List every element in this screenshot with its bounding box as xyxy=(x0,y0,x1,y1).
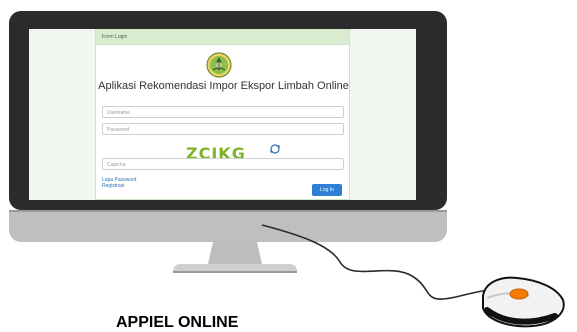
username-placeholder: Username xyxy=(107,110,131,116)
panel-header: Form Login xyxy=(96,30,349,45)
mouse-icon xyxy=(482,276,565,328)
password-input[interactable]: Password xyxy=(102,123,344,135)
username-input[interactable]: Username xyxy=(102,106,344,118)
screen-side-left xyxy=(29,29,95,200)
panel-title: Form Login xyxy=(102,34,128,40)
app-title: Aplikasi Rekomendasi Impor Ekspor Limbah… xyxy=(98,80,349,92)
login-panel: Form Login Aplikasi Rekomendasi Impor Ek… xyxy=(95,29,350,200)
refresh-icon[interactable] xyxy=(270,144,280,154)
caption-text: APPIEL ONLINE xyxy=(116,314,239,331)
password-placeholder: Password xyxy=(107,127,129,133)
login-button[interactable]: Log In xyxy=(312,184,342,196)
ministry-seal-icon xyxy=(206,52,232,78)
captcha-input[interactable]: Captcha xyxy=(102,158,344,170)
monitor-chin xyxy=(9,210,447,242)
login-links: Lupa Password Registrasi xyxy=(102,177,136,189)
monitor-screen: Form Login Aplikasi Rekomendasi Impor Ek… xyxy=(29,29,416,200)
screen-side-right xyxy=(350,29,416,200)
captcha-placeholder: Captcha xyxy=(107,162,126,168)
register-link[interactable]: Registrasi xyxy=(102,183,136,189)
monitor-stand xyxy=(173,242,297,273)
